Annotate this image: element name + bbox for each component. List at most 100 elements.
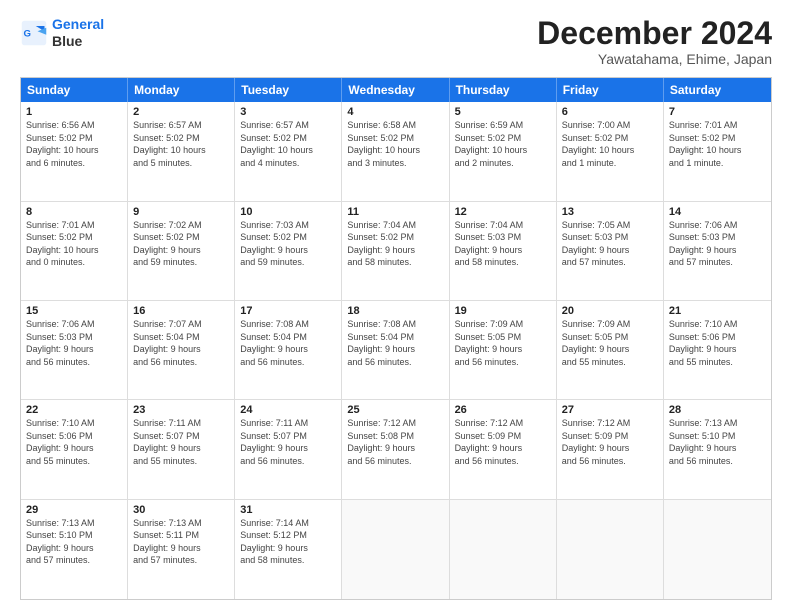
calendar-cell: 20Sunrise: 7:09 AM Sunset: 5:05 PM Dayli… <box>557 301 664 399</box>
day-number: 27 <box>562 404 658 416</box>
calendar-week-1: 1Sunrise: 6:56 AM Sunset: 5:02 PM Daylig… <box>21 102 771 201</box>
day-info: Sunrise: 6:59 AM Sunset: 5:02 PM Dayligh… <box>455 119 551 169</box>
day-number: 15 <box>26 305 122 317</box>
day-info: Sunrise: 7:12 AM Sunset: 5:09 PM Dayligh… <box>562 417 658 467</box>
header-day-monday: Monday <box>128 78 235 102</box>
calendar-cell: 4Sunrise: 6:58 AM Sunset: 5:02 PM Daylig… <box>342 102 449 200</box>
calendar-cell: 19Sunrise: 7:09 AM Sunset: 5:05 PM Dayli… <box>450 301 557 399</box>
calendar-body: 1Sunrise: 6:56 AM Sunset: 5:02 PM Daylig… <box>21 102 771 599</box>
calendar-cell: 26Sunrise: 7:12 AM Sunset: 5:09 PM Dayli… <box>450 400 557 498</box>
day-info: Sunrise: 7:08 AM Sunset: 5:04 PM Dayligh… <box>347 318 443 368</box>
day-number: 30 <box>133 504 229 516</box>
calendar-cell: 3Sunrise: 6:57 AM Sunset: 5:02 PM Daylig… <box>235 102 342 200</box>
calendar-week-4: 22Sunrise: 7:10 AM Sunset: 5:06 PM Dayli… <box>21 400 771 499</box>
calendar: SundayMondayTuesdayWednesdayThursdayFrid… <box>20 77 772 600</box>
day-number: 8 <box>26 206 122 218</box>
calendar-cell <box>342 500 449 599</box>
day-info: Sunrise: 7:00 AM Sunset: 5:02 PM Dayligh… <box>562 119 658 169</box>
day-number: 18 <box>347 305 443 317</box>
day-info: Sunrise: 7:04 AM Sunset: 5:03 PM Dayligh… <box>455 219 551 269</box>
calendar-cell: 8Sunrise: 7:01 AM Sunset: 5:02 PM Daylig… <box>21 202 128 300</box>
day-number: 16 <box>133 305 229 317</box>
day-info: Sunrise: 7:12 AM Sunset: 5:08 PM Dayligh… <box>347 417 443 467</box>
svg-text:G: G <box>24 28 31 39</box>
logo: G General Blue <box>20 16 104 50</box>
page: G General Blue December 2024 Yawatahama,… <box>0 0 792 612</box>
day-number: 12 <box>455 206 551 218</box>
logo-line1: General <box>52 16 104 32</box>
calendar-cell: 2Sunrise: 6:57 AM Sunset: 5:02 PM Daylig… <box>128 102 235 200</box>
day-info: Sunrise: 6:56 AM Sunset: 5:02 PM Dayligh… <box>26 119 122 169</box>
day-info: Sunrise: 7:13 AM Sunset: 5:10 PM Dayligh… <box>669 417 766 467</box>
day-info: Sunrise: 7:09 AM Sunset: 5:05 PM Dayligh… <box>455 318 551 368</box>
calendar-cell: 9Sunrise: 7:02 AM Sunset: 5:02 PM Daylig… <box>128 202 235 300</box>
day-info: Sunrise: 7:01 AM Sunset: 5:02 PM Dayligh… <box>26 219 122 269</box>
calendar-cell: 5Sunrise: 6:59 AM Sunset: 5:02 PM Daylig… <box>450 102 557 200</box>
day-info: Sunrise: 7:06 AM Sunset: 5:03 PM Dayligh… <box>26 318 122 368</box>
title-block: December 2024 Yawatahama, Ehime, Japan <box>537 16 772 67</box>
day-number: 17 <box>240 305 336 317</box>
calendar-cell: 24Sunrise: 7:11 AM Sunset: 5:07 PM Dayli… <box>235 400 342 498</box>
calendar-cell: 1Sunrise: 6:56 AM Sunset: 5:02 PM Daylig… <box>21 102 128 200</box>
header-day-saturday: Saturday <box>664 78 771 102</box>
calendar-cell: 17Sunrise: 7:08 AM Sunset: 5:04 PM Dayli… <box>235 301 342 399</box>
calendar-cell: 13Sunrise: 7:05 AM Sunset: 5:03 PM Dayli… <box>557 202 664 300</box>
day-number: 9 <box>133 206 229 218</box>
calendar-cell: 23Sunrise: 7:11 AM Sunset: 5:07 PM Dayli… <box>128 400 235 498</box>
day-info: Sunrise: 7:06 AM Sunset: 5:03 PM Dayligh… <box>669 219 766 269</box>
day-number: 2 <box>133 106 229 118</box>
calendar-week-2: 8Sunrise: 7:01 AM Sunset: 5:02 PM Daylig… <box>21 202 771 301</box>
day-number: 29 <box>26 504 122 516</box>
day-number: 4 <box>347 106 443 118</box>
calendar-cell: 30Sunrise: 7:13 AM Sunset: 5:11 PM Dayli… <box>128 500 235 599</box>
calendar-cell: 22Sunrise: 7:10 AM Sunset: 5:06 PM Dayli… <box>21 400 128 498</box>
calendar-week-3: 15Sunrise: 7:06 AM Sunset: 5:03 PM Dayli… <box>21 301 771 400</box>
calendar-cell <box>557 500 664 599</box>
calendar-cell: 6Sunrise: 7:00 AM Sunset: 5:02 PM Daylig… <box>557 102 664 200</box>
day-number: 5 <box>455 106 551 118</box>
header-day-tuesday: Tuesday <box>235 78 342 102</box>
day-info: Sunrise: 7:13 AM Sunset: 5:11 PM Dayligh… <box>133 517 229 567</box>
calendar-cell: 14Sunrise: 7:06 AM Sunset: 5:03 PM Dayli… <box>664 202 771 300</box>
calendar-cell <box>664 500 771 599</box>
calendar-cell: 15Sunrise: 7:06 AM Sunset: 5:03 PM Dayli… <box>21 301 128 399</box>
header-day-friday: Friday <box>557 78 664 102</box>
day-info: Sunrise: 7:03 AM Sunset: 5:02 PM Dayligh… <box>240 219 336 269</box>
day-number: 28 <box>669 404 766 416</box>
day-number: 11 <box>347 206 443 218</box>
header-day-thursday: Thursday <box>450 78 557 102</box>
day-info: Sunrise: 7:05 AM Sunset: 5:03 PM Dayligh… <box>562 219 658 269</box>
calendar-cell: 18Sunrise: 7:08 AM Sunset: 5:04 PM Dayli… <box>342 301 449 399</box>
calendar-cell: 16Sunrise: 7:07 AM Sunset: 5:04 PM Dayli… <box>128 301 235 399</box>
header-day-sunday: Sunday <box>21 78 128 102</box>
subtitle: Yawatahama, Ehime, Japan <box>537 51 772 67</box>
day-number: 19 <box>455 305 551 317</box>
calendar-cell: 11Sunrise: 7:04 AM Sunset: 5:02 PM Dayli… <box>342 202 449 300</box>
day-info: Sunrise: 7:02 AM Sunset: 5:02 PM Dayligh… <box>133 219 229 269</box>
calendar-cell: 25Sunrise: 7:12 AM Sunset: 5:08 PM Dayli… <box>342 400 449 498</box>
day-number: 21 <box>669 305 766 317</box>
day-info: Sunrise: 7:11 AM Sunset: 5:07 PM Dayligh… <box>133 417 229 467</box>
day-number: 23 <box>133 404 229 416</box>
day-number: 25 <box>347 404 443 416</box>
calendar-cell <box>450 500 557 599</box>
day-number: 13 <box>562 206 658 218</box>
day-info: Sunrise: 7:10 AM Sunset: 5:06 PM Dayligh… <box>669 318 766 368</box>
day-number: 22 <box>26 404 122 416</box>
calendar-cell: 21Sunrise: 7:10 AM Sunset: 5:06 PM Dayli… <box>664 301 771 399</box>
day-info: Sunrise: 7:01 AM Sunset: 5:02 PM Dayligh… <box>669 119 766 169</box>
day-info: Sunrise: 7:12 AM Sunset: 5:09 PM Dayligh… <box>455 417 551 467</box>
logo-text: General Blue <box>52 16 104 50</box>
day-number: 31 <box>240 504 336 516</box>
day-info: Sunrise: 6:57 AM Sunset: 5:02 PM Dayligh… <box>133 119 229 169</box>
calendar-cell: 27Sunrise: 7:12 AM Sunset: 5:09 PM Dayli… <box>557 400 664 498</box>
calendar-cell: 29Sunrise: 7:13 AM Sunset: 5:10 PM Dayli… <box>21 500 128 599</box>
calendar-cell: 28Sunrise: 7:13 AM Sunset: 5:10 PM Dayli… <box>664 400 771 498</box>
main-title: December 2024 <box>537 16 772 51</box>
day-number: 3 <box>240 106 336 118</box>
day-info: Sunrise: 7:10 AM Sunset: 5:06 PM Dayligh… <box>26 417 122 467</box>
day-number: 20 <box>562 305 658 317</box>
calendar-cell: 31Sunrise: 7:14 AM Sunset: 5:12 PM Dayli… <box>235 500 342 599</box>
day-info: Sunrise: 7:11 AM Sunset: 5:07 PM Dayligh… <box>240 417 336 467</box>
day-number: 14 <box>669 206 766 218</box>
